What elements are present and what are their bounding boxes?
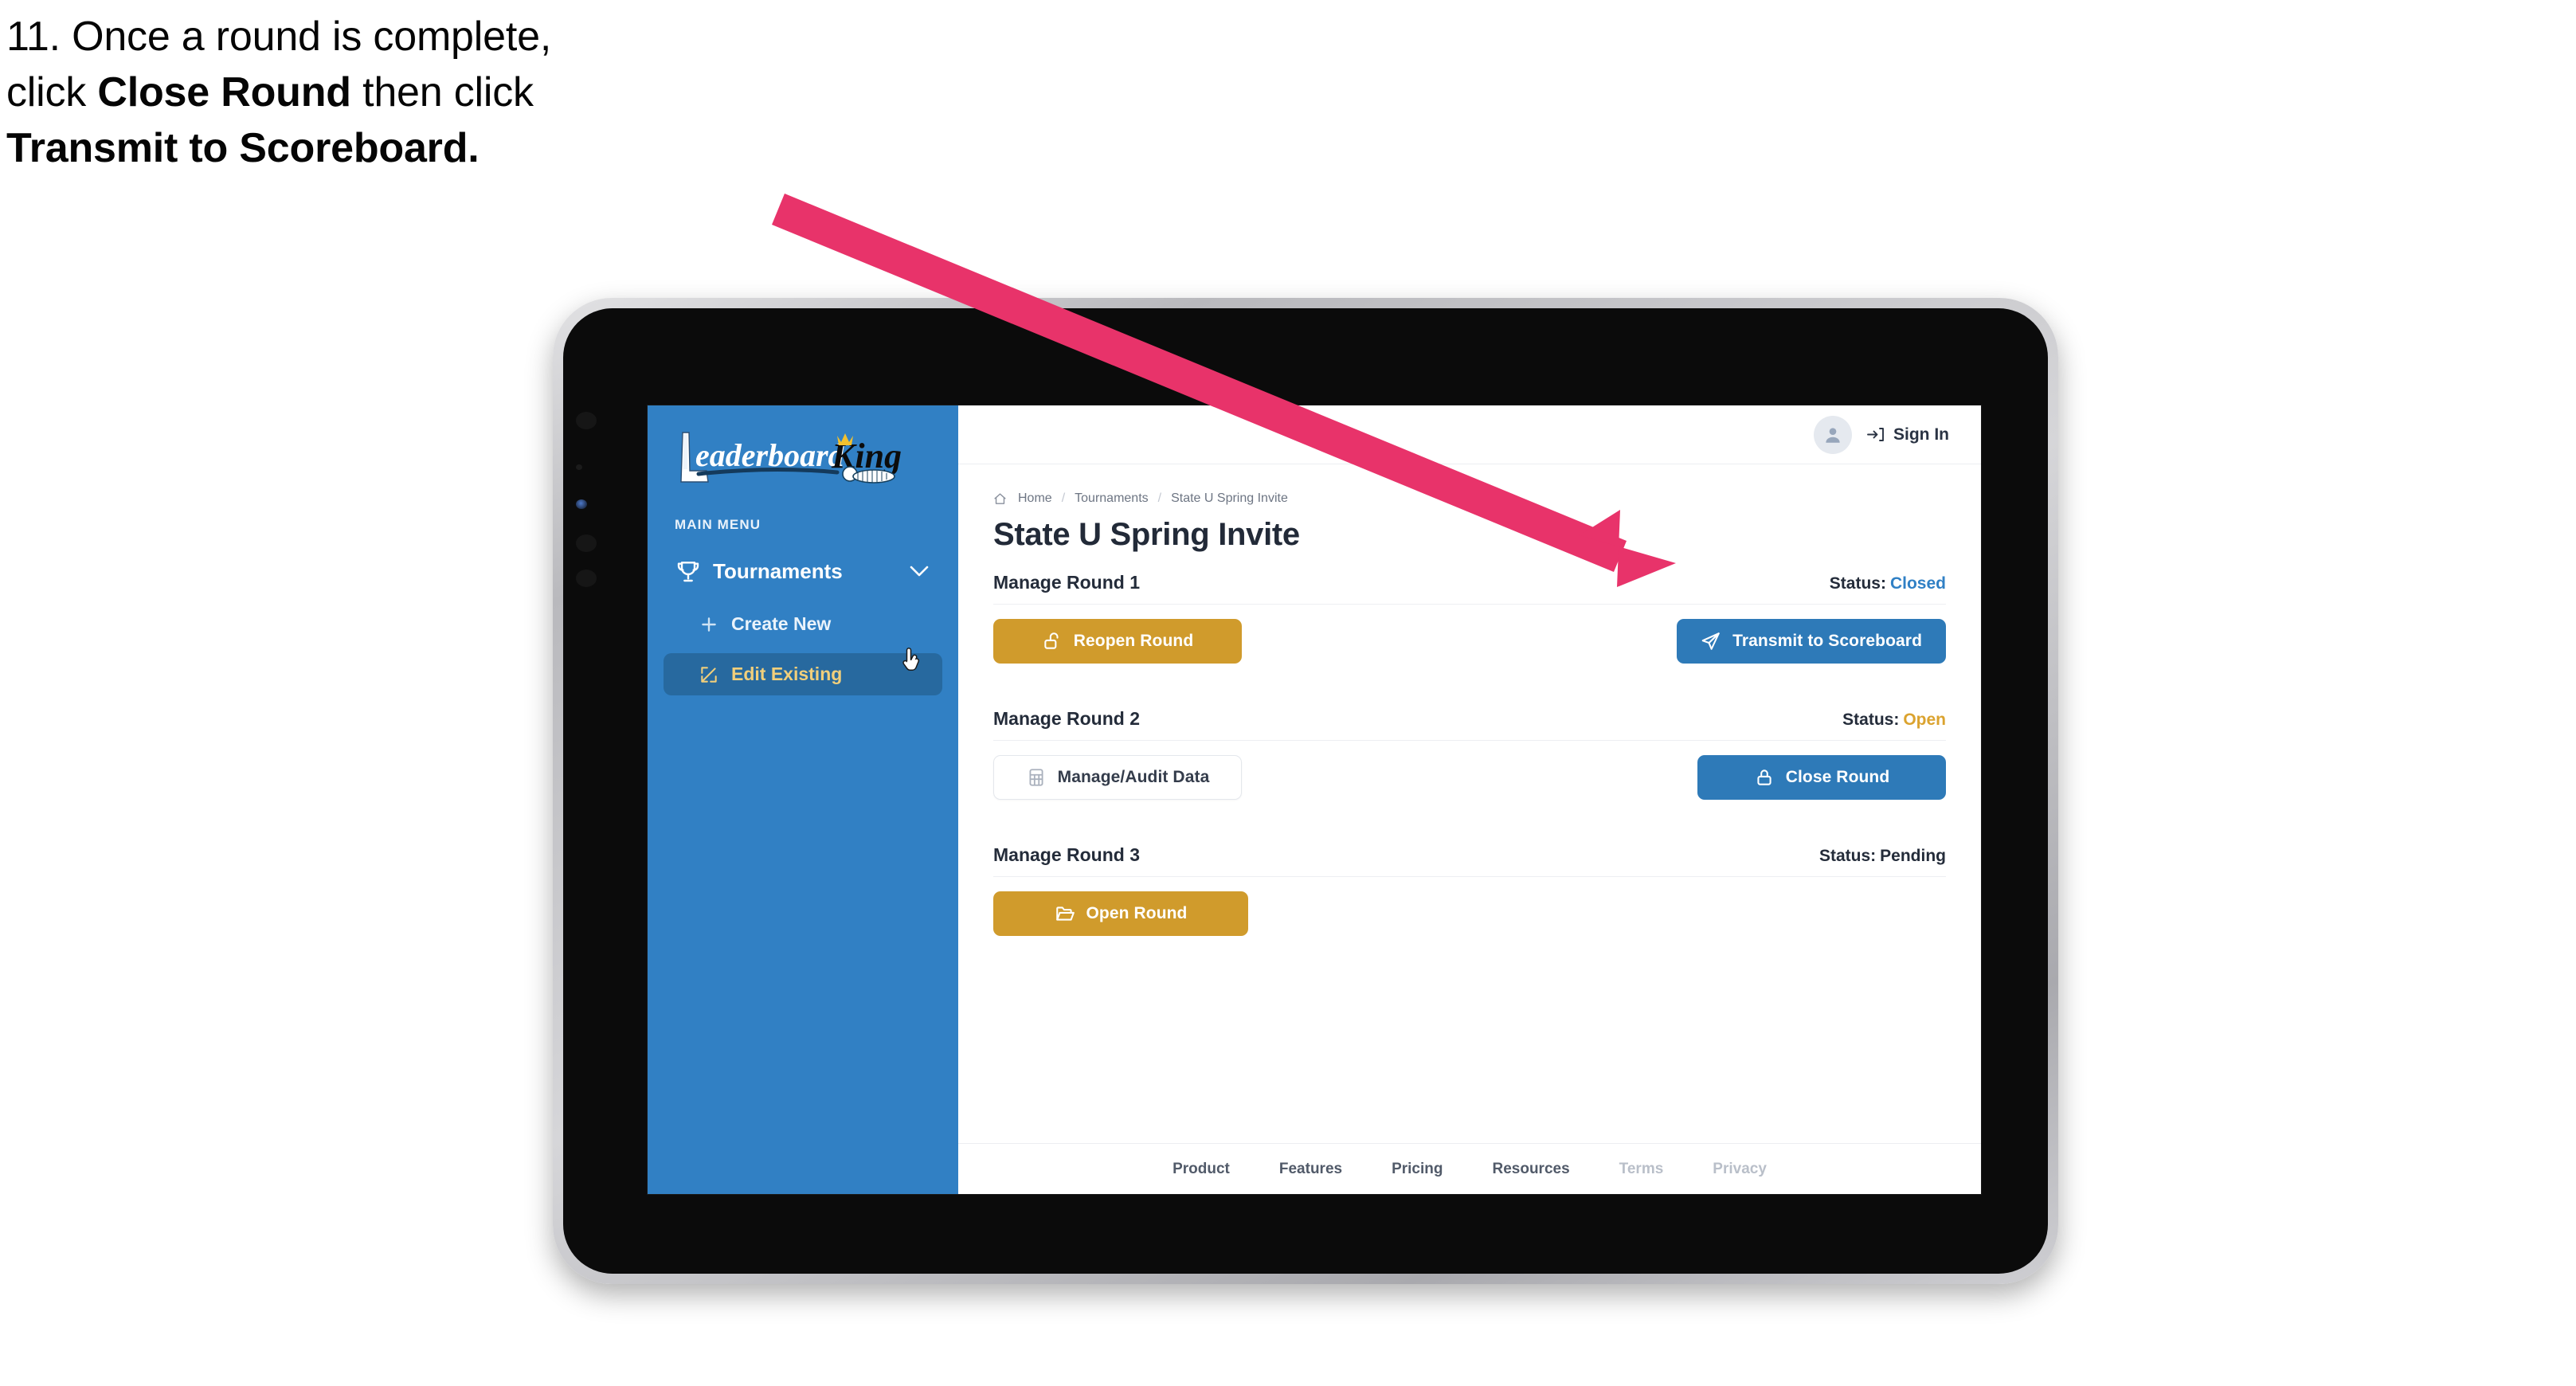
round-actions: Open Round (993, 891, 1946, 936)
round-section-3: Manage Round 3 Status: Pending Open Roun… (993, 844, 1946, 936)
breadcrumb-separator: / (1061, 491, 1066, 505)
user-avatar-icon (1826, 427, 1840, 443)
leaderboard-king-logo: eaderboard King (680, 432, 902, 484)
unlock-icon (1044, 632, 1059, 649)
status-label: Status: (1818, 847, 1877, 865)
sidebar-item-label: Create New (731, 613, 832, 634)
tablet-device-frame: eaderboard King MAIN MENU Tournaments Cr… (553, 298, 2058, 1284)
instruction-caption: 11. Once a round is complete, click Clos… (6, 16, 851, 183)
breadcrumb-item-current: State U Spring Invite (1171, 491, 1288, 505)
footer-links: Product Features Pricing Resources Terms… (958, 1143, 1981, 1194)
round-actions: Manage/Audit Data Close Round (993, 755, 1946, 800)
app-logo[interactable]: eaderboard King (648, 405, 958, 488)
sidebar-item-label: Edit Existing (731, 664, 843, 684)
hand-pointer-cursor (902, 647, 920, 671)
status-badge: Status: Closed (1830, 574, 1946, 593)
top-bar: Sign In (958, 405, 1981, 464)
status-value: Closed (1889, 574, 1946, 593)
tablet-screen: eaderboard King MAIN MENU Tournaments Cr… (563, 308, 2048, 1274)
folder-open-icon (1055, 906, 1075, 921)
caption-line-3: Transmit to Scoreboard. (6, 127, 851, 169)
breadcrumb-item-home[interactable]: Home (1018, 491, 1052, 506)
button-label: Close Round (1785, 768, 1890, 786)
round-name: Manage Round 1 (993, 572, 1141, 593)
round-section-2: Manage Round 2 Status: Open Manage/Audit… (993, 708, 1946, 800)
button-label: Reopen Round (1073, 632, 1194, 650)
avatar[interactable] (1814, 415, 1852, 454)
footer-link-terms[interactable]: Terms (1619, 1161, 1664, 1178)
sidebar-section-label: MAIN MENU (675, 517, 761, 532)
pencil-square-icon (701, 666, 717, 683)
caption-line-3-bold: Transmit to Scoreboard. (6, 125, 480, 171)
caption-line-2: click Close Round then click (6, 72, 851, 113)
breadcrumb-separator: / (1157, 491, 1162, 505)
round-name: Manage Round 2 (993, 708, 1141, 729)
status-value: Open (1903, 711, 1946, 729)
lock-icon (1757, 769, 1771, 785)
bezel-sensor-dot (576, 534, 597, 552)
reopen-round-button[interactable]: Reopen Round (993, 619, 1242, 664)
page-content: Home / Tournaments / State U Spring Invi… (958, 464, 1981, 1143)
breadcrumb: Home / Tournaments / State U Spring Invi… (993, 491, 1946, 506)
round-header: Manage Round 3 Status: Pending (993, 844, 1946, 877)
footer-link-pricing[interactable]: Pricing (1392, 1161, 1443, 1178)
round-header: Manage Round 2 Status: Open (993, 708, 1946, 741)
footer-link-resources[interactable]: Resources (1492, 1161, 1569, 1178)
main-content: Sign In Home / Tournaments / State U Spr… (958, 405, 1981, 1194)
breadcrumb-item-tournaments[interactable]: Tournaments (1075, 491, 1149, 506)
status-value: Pending (1880, 847, 1946, 865)
footer-link-features[interactable]: Features (1279, 1161, 1342, 1178)
footer-link-product[interactable]: Product (1173, 1161, 1230, 1178)
round-header: Manage Round 1 Status: Closed (993, 572, 1946, 605)
web-app-viewport: eaderboard King MAIN MENU Tournaments Cr… (648, 405, 1981, 1194)
round-name: Manage Round 3 (993, 844, 1141, 865)
round-actions: Reopen Round Transmit to Scoreboard (993, 619, 1946, 664)
caption-line-2-prefix: click (6, 69, 98, 116)
caption-line-2-bold: Close Round (97, 69, 351, 116)
transmit-to-scoreboard-button[interactable]: Transmit to Scoreboard (1677, 619, 1946, 664)
bezel-sensor-dot (576, 412, 597, 429)
page-title: State U Spring Invite (993, 517, 1300, 552)
button-label: Manage/Audit Data (1057, 768, 1210, 786)
screenshot-root: 11. Once a round is complete, click Clos… (0, 0, 2576, 1386)
trophy-icon (677, 562, 699, 582)
status-label: Status: (1842, 711, 1900, 729)
sign-in-icon (1867, 428, 1884, 441)
bezel-sensor-dot (576, 570, 597, 587)
button-label: Open Round (1086, 904, 1188, 922)
sidebar-group-label: Tournaments (713, 558, 843, 583)
bezel-sensor-dot (576, 464, 582, 470)
paper-plane-icon (1701, 632, 1720, 650)
sidebar: eaderboard King MAIN MENU Tournaments Cr… (648, 405, 958, 1194)
status-badge: Status: Pending (1819, 847, 1946, 866)
button-label: Transmit to Scoreboard (1732, 632, 1922, 650)
caption-line-2-suffix: then click (350, 69, 534, 116)
home-icon[interactable] (993, 492, 1007, 506)
manage-audit-data-button[interactable]: Manage/Audit Data (993, 755, 1242, 800)
chevron-down-icon[interactable] (907, 564, 931, 578)
status-label: Status: (1829, 574, 1886, 593)
plus-icon (702, 617, 716, 632)
close-round-button[interactable]: Close Round (1697, 755, 1946, 800)
status-badge: Status: Open (1842, 711, 1946, 730)
footer-link-privacy[interactable]: Privacy (1713, 1161, 1767, 1178)
sidebar-item-create-new[interactable]: Create New (664, 603, 942, 645)
sign-in-label: Sign In (1893, 425, 1949, 444)
table-grid-icon (1029, 769, 1043, 786)
bezel-camera-icon (576, 499, 587, 509)
round-section-1: Manage Round 1 Status: Closed Reopen Rou… (993, 572, 1946, 664)
caption-line-1: 11. Once a round is complete, (6, 14, 552, 60)
sidebar-group-tournaments[interactable]: Tournaments (665, 550, 941, 592)
open-round-button[interactable]: Open Round (993, 891, 1248, 936)
sign-in-button[interactable]: Sign In (1866, 425, 1949, 444)
